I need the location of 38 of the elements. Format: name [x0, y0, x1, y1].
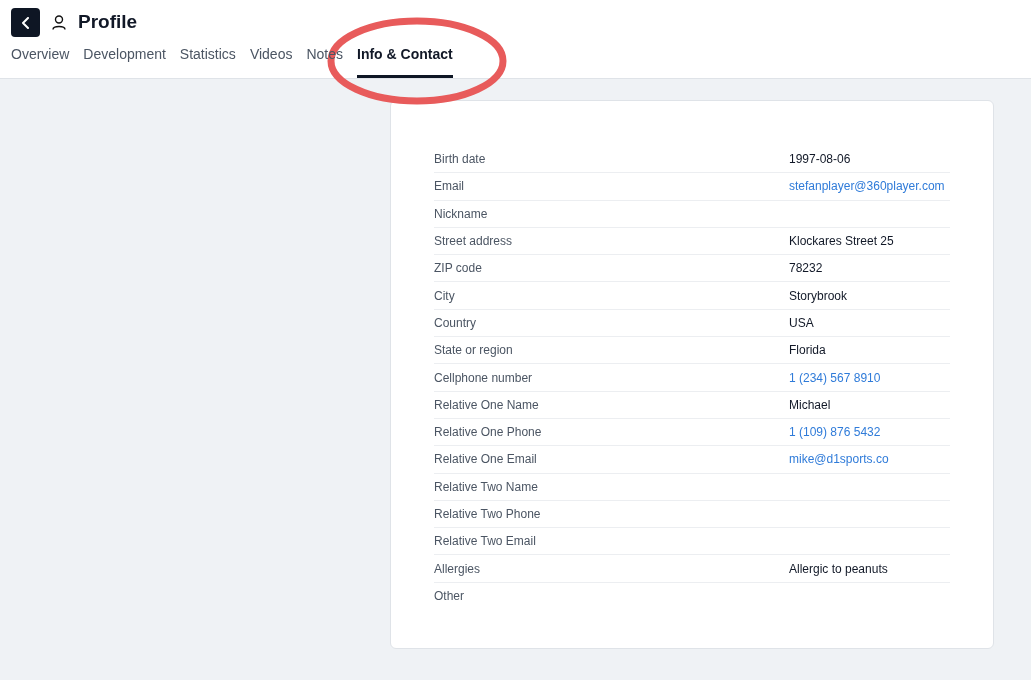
field-value: Allergic to peanuts	[789, 560, 888, 578]
field-label: Nickname	[434, 205, 489, 223]
field-value: Florida	[789, 342, 826, 360]
field-value: Klockares Street 25	[789, 233, 894, 251]
field-label: Country	[434, 314, 478, 332]
field-label: Relative Two Email	[434, 533, 537, 551]
field-label: Relative Two Phone	[434, 506, 542, 523]
field-value: USA	[789, 314, 814, 332]
field-label: Street address	[434, 233, 514, 251]
field-label: Cellphone number	[434, 369, 534, 387]
field-label: City	[434, 287, 456, 305]
field-label: Allergies	[434, 560, 482, 578]
chevron-left-icon	[20, 16, 31, 29]
field-label: State or region	[434, 342, 514, 360]
page-title: Profile	[78, 10, 138, 35]
contact-link[interactable]: 1 (234) 567 8910	[789, 368, 881, 387]
field-value: 78232	[789, 260, 823, 278]
field-value: Michael	[789, 396, 831, 414]
contact-link[interactable]: 1 (109) 876 5432	[789, 423, 881, 442]
field-label: Relative One Name	[434, 396, 540, 414]
field-label: Relative One Phone	[434, 424, 543, 442]
tab[interactable]: Overview	[11, 42, 70, 78]
field-label: Relative Two Name	[434, 478, 539, 496]
tab[interactable]: Videos	[249, 42, 293, 78]
field-value: 1997-08-06	[789, 151, 851, 169]
tab[interactable]: Info & Contact	[357, 42, 453, 78]
field-value: Storybrook	[789, 287, 848, 305]
contact-link[interactable]: mike@d1sports.co	[789, 450, 889, 469]
field-label: ZIP code	[434, 260, 483, 278]
tab[interactable]: Statistics	[179, 42, 236, 78]
user-icon	[52, 15, 66, 30]
field-label: Birth date	[434, 151, 487, 169]
field-label: Other	[434, 588, 465, 606]
field-label: Email	[434, 178, 465, 196]
field-label: Relative One Email	[434, 451, 538, 469]
back-button[interactable]	[11, 8, 40, 37]
contact-link[interactable]: stefanplayer@360player.com	[789, 177, 945, 196]
tab[interactable]: Development	[83, 42, 166, 78]
